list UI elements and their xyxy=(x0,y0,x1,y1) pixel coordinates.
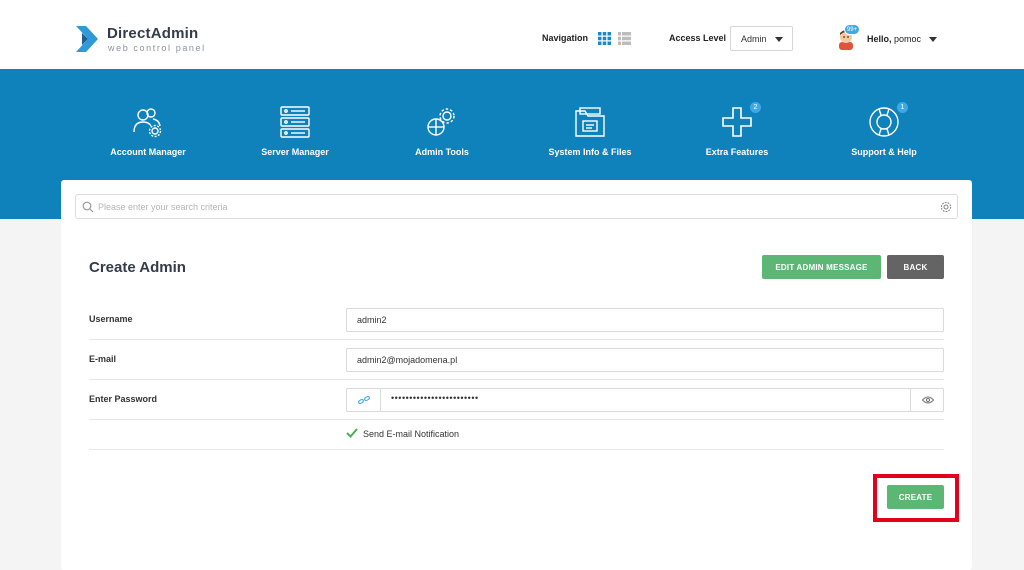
navigation-label: Navigation xyxy=(542,33,589,43)
page-title: Create Admin xyxy=(89,259,186,276)
user-greeting: Hello, pomoc xyxy=(867,34,921,44)
search-input[interactable] xyxy=(98,198,928,215)
notification-badge: 99+ xyxy=(844,24,860,35)
users-gear-icon xyxy=(133,108,162,138)
hello-text: Hello, xyxy=(867,34,892,44)
access-level-select[interactable]: Admin xyxy=(730,26,793,51)
menu-admin-tools[interactable]: Admin Tools xyxy=(367,105,517,165)
menu-account-manager[interactable]: Account Manager xyxy=(73,105,223,165)
directadmin-logo[interactable]: DirectAdmin web control panel xyxy=(74,23,214,57)
generate-password-button[interactable] xyxy=(347,389,381,411)
logo-title: DirectAdmin xyxy=(107,25,199,42)
create-admin-card: Create Admin EDIT ADMIN MESSAGE BACK Use… xyxy=(61,180,972,570)
top-bar: DirectAdmin web control panel Navigation… xyxy=(0,0,1024,69)
notification-row: Send E-mail Notification xyxy=(89,420,944,450)
username-field[interactable] xyxy=(346,308,944,332)
username-row: Username xyxy=(89,300,944,340)
logo-arrows-icon xyxy=(76,26,98,52)
chevron-down-icon xyxy=(775,37,783,42)
username-text: pomoc xyxy=(894,34,922,44)
access-level-value: Admin xyxy=(741,34,767,44)
support-badge: 1 xyxy=(897,102,908,113)
plus-icon xyxy=(722,107,752,137)
show-password-button[interactable] xyxy=(910,389,944,411)
email-input[interactable] xyxy=(357,353,897,367)
edit-admin-message-button[interactable]: EDIT ADMIN MESSAGE xyxy=(762,255,881,279)
menu-server-manager[interactable]: Server Manager xyxy=(220,105,370,165)
menu-label: Support & Help xyxy=(851,147,917,157)
username-label: Username xyxy=(89,314,133,324)
username-input[interactable] xyxy=(357,313,897,327)
logo-subtitle: web control panel xyxy=(108,43,206,53)
server-icon xyxy=(280,106,310,138)
tools-icon xyxy=(427,108,455,136)
menu-label: Admin Tools xyxy=(415,147,469,157)
link-icon xyxy=(358,395,370,405)
user-menu[interactable]: 99+ Hello, pomoc xyxy=(835,24,945,54)
menu-label: Server Manager xyxy=(261,147,329,157)
password-label: Enter Password xyxy=(89,394,158,404)
menu-system-info-files[interactable]: System Info & Files xyxy=(515,105,665,165)
send-email-notification-label[interactable]: Send E-mail Notification xyxy=(363,429,459,439)
lifebuoy-icon xyxy=(869,107,899,137)
menu-label: Extra Features xyxy=(705,147,769,157)
list-view-icon[interactable] xyxy=(618,32,631,45)
checkmark-icon[interactable] xyxy=(346,427,358,439)
email-field[interactable] xyxy=(346,348,944,372)
access-level-label: Access Level xyxy=(669,33,727,43)
search-bar[interactable] xyxy=(75,194,958,219)
password-field[interactable]: •••••••••••••••••••••••• xyxy=(346,388,944,412)
email-label: E-mail xyxy=(89,354,117,364)
grid-view-icon[interactable] xyxy=(598,32,611,45)
chevron-down-icon xyxy=(929,37,937,42)
password-input[interactable]: •••••••••••••••••••••••• xyxy=(391,393,479,403)
menu-support-help[interactable]: 1 Support & Help xyxy=(809,102,959,165)
back-button[interactable]: BACK xyxy=(887,255,944,279)
gear-icon[interactable] xyxy=(940,201,952,213)
search-icon xyxy=(82,201,94,213)
email-row: E-mail xyxy=(89,340,944,380)
folder-icon xyxy=(575,107,605,137)
password-row: Enter Password •••••••••••••••••••••••• xyxy=(89,380,944,420)
menu-label: Account Manager xyxy=(110,147,186,157)
menu-label: System Info & Files xyxy=(548,147,632,157)
menu-extra-features[interactable]: 2 Extra Features xyxy=(662,102,812,165)
create-button[interactable]: CREATE xyxy=(887,485,944,509)
eye-icon xyxy=(922,396,934,404)
extra-features-badge: 2 xyxy=(750,102,761,113)
